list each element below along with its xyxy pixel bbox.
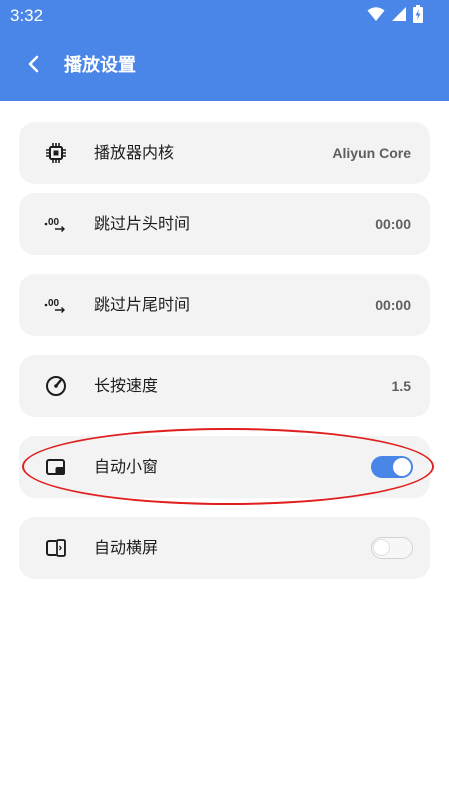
setting-auto-landscape[interactable]: 自动横屏 (19, 517, 430, 579)
setting-value: 00:00 (375, 216, 411, 232)
setting-label: 自动横屏 (94, 538, 159, 557)
svg-text:00: 00 (48, 298, 60, 309)
setting-label: 自动小窗 (94, 457, 159, 476)
setting-label: 跳过片尾时间 (94, 295, 191, 314)
toggle-knob (373, 539, 390, 556)
screen-rotate-icon (44, 536, 68, 560)
wifi-icon (367, 6, 385, 26)
setting-label: 长按速度 (94, 376, 159, 395)
battery-charging-icon (413, 5, 423, 27)
setting-value: Aliyun Core (332, 145, 411, 161)
setting-auto-pip[interactable]: 自动小窗 (19, 436, 430, 498)
speedometer-icon (44, 374, 68, 398)
setting-label: 播放器内核 (94, 143, 175, 162)
status-time: 3:32 (10, 6, 44, 25)
setting-player-core[interactable]: 播放器内核 Aliyun Core (19, 122, 430, 184)
setting-value: 1.5 (391, 378, 411, 394)
page-title: 播放设置 (64, 55, 136, 76)
toggle-knob (393, 458, 411, 476)
back-button[interactable] (14, 46, 54, 86)
setting-label: 跳过片头时间 (94, 214, 191, 233)
setting-value: 00:00 (375, 297, 411, 313)
setting-skip-ending[interactable]: 00 跳过片尾时间 00:00 (19, 274, 430, 336)
skip-time-icon: 00 (44, 212, 68, 236)
setting-skip-intro[interactable]: 00 跳过片头时间 00:00 (19, 193, 430, 255)
svg-text:00: 00 (48, 217, 60, 228)
auto-pip-toggle[interactable] (371, 456, 413, 478)
signal-icon (391, 6, 407, 26)
setting-long-press-speed[interactable]: 长按速度 1.5 (19, 355, 430, 417)
status-bar: 3:32 (0, 0, 449, 32)
picture-in-picture-icon (44, 455, 68, 479)
chevron-left-icon (27, 55, 41, 77)
app-bar: 3:32 播放设置 (0, 0, 449, 101)
toolbar: 播放设置 (0, 32, 449, 101)
auto-landscape-toggle[interactable] (371, 537, 413, 559)
status-icons (367, 5, 423, 27)
skip-time-icon: 00 (44, 293, 68, 317)
chip-icon (44, 141, 68, 165)
